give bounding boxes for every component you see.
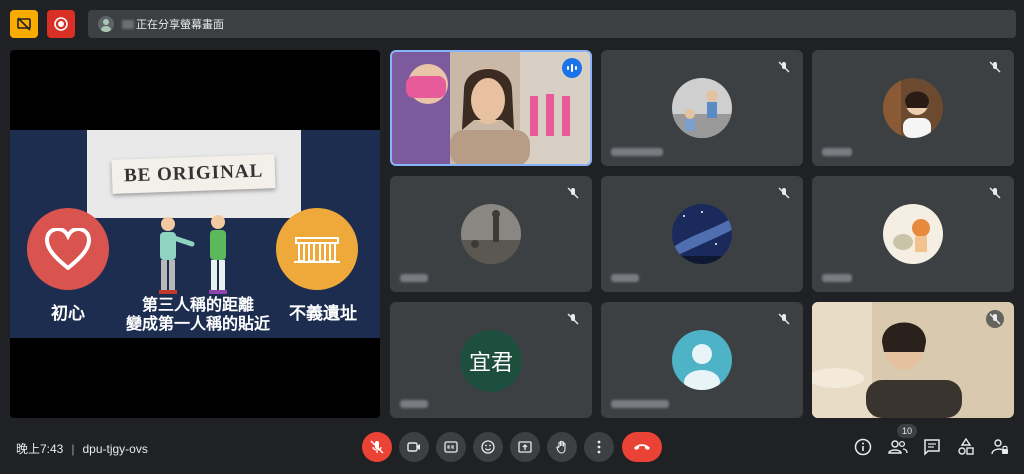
- stop-presenting-button[interactable]: [10, 10, 38, 38]
- share-status-text: 正在分享螢幕畫面: [136, 19, 224, 31]
- heart-icon: [45, 228, 91, 270]
- camera-icon: [407, 442, 420, 452]
- leave-call-button[interactable]: [622, 432, 662, 462]
- hand-icon: [556, 440, 566, 454]
- participant-initials-avatar: 宜君: [460, 330, 522, 392]
- chat-icon: [924, 439, 940, 456]
- default-avatar: [672, 330, 732, 390]
- captions-button[interactable]: [436, 432, 466, 462]
- presenter-avatar: [98, 16, 114, 32]
- mic-off-icon: [775, 310, 793, 328]
- slide: BE ORIGINAL 初心 第三人稱的距離 變成第一人稱的貼近 不義遺址: [10, 130, 380, 338]
- mic-off-icon: [370, 440, 384, 454]
- end-call-icon: [634, 444, 650, 450]
- mic-off-icon: [986, 310, 1004, 328]
- participant-name-redacted: [822, 148, 852, 156]
- two-people-illustration: [150, 214, 240, 301]
- present-icon: [518, 441, 532, 453]
- participant-avatar: [672, 204, 732, 264]
- people-icon: [888, 440, 908, 454]
- slide-image-paper: BE ORIGINAL: [87, 130, 301, 218]
- participant-name-redacted: [400, 274, 428, 282]
- participant-name-redacted: [822, 274, 852, 282]
- participant-tile[interactable]: [601, 302, 803, 418]
- mic-off-icon: [775, 184, 793, 202]
- meeting-code: dpu-tjgy-ovs: [82, 441, 148, 456]
- audio-bars-icon: [567, 64, 577, 72]
- emoji-icon: [481, 440, 495, 454]
- participant-avatar: [461, 204, 521, 264]
- participant-tile[interactable]: [390, 176, 592, 292]
- participant-tile-video[interactable]: [812, 302, 1014, 418]
- participant-tile[interactable]: [812, 176, 1014, 292]
- mic-off-icon: [564, 184, 582, 202]
- participant-name-redacted: [611, 148, 663, 156]
- info-icon: [854, 438, 872, 456]
- host-controls-button[interactable]: [988, 435, 1012, 459]
- mic-off-icon: [986, 58, 1004, 76]
- presentation-view: BE ORIGINAL 初心 第三人稱的距離 變成第一人稱的貼近 不義遺址: [10, 50, 380, 418]
- more-vertical-icon: [597, 440, 601, 454]
- current-time: 晚上7:43: [16, 442, 64, 456]
- meeting-info: 晚上7:43 | dpu-tjgy-ovs: [16, 440, 148, 457]
- participant-tile-active-speaker[interactable]: [390, 50, 592, 166]
- mic-off-icon: [564, 310, 582, 328]
- heart-circle: [27, 208, 109, 290]
- participant-avatar: [672, 78, 732, 138]
- screen-share-banner: 正在分享螢幕畫面: [88, 10, 1016, 38]
- people-button[interactable]: [886, 435, 910, 459]
- camera-button[interactable]: [399, 432, 429, 462]
- raise-hand-button[interactable]: [547, 432, 577, 462]
- chat-button[interactable]: [920, 435, 944, 459]
- present-screen-button[interactable]: [510, 432, 540, 462]
- activities-button[interactable]: [954, 435, 978, 459]
- more-options-button[interactable]: [584, 432, 614, 462]
- meeting-details-button[interactable]: [851, 435, 875, 459]
- participant-name-redacted: [611, 274, 639, 282]
- participant-avatar: [883, 78, 943, 138]
- slide-label-center-line1: 第三人稱的距離: [141, 297, 254, 314]
- person-icon: [672, 330, 732, 390]
- ruins-circle: [276, 208, 358, 290]
- participant-avatar: [883, 204, 943, 264]
- people-icon: [159, 215, 227, 294]
- reactions-button[interactable]: [473, 432, 503, 462]
- slide-label-original-heart: 初心: [51, 304, 85, 323]
- present-off-icon: [17, 17, 31, 31]
- participant-tile[interactable]: [601, 50, 803, 166]
- recording-button[interactable]: [47, 10, 75, 38]
- ruins-icon: [294, 237, 340, 263]
- captions-icon: [444, 441, 458, 453]
- record-icon: [54, 17, 68, 31]
- participant-name-redacted: [400, 400, 428, 408]
- participant-tile[interactable]: 宜君: [390, 302, 592, 418]
- mic-off-icon: [775, 58, 793, 76]
- slide-label-center-line2: 變成第一人稱的貼近: [125, 316, 270, 333]
- participant-tile[interactable]: [812, 50, 1014, 166]
- lock-person-icon: [991, 439, 1008, 455]
- participant-tile[interactable]: [601, 176, 803, 292]
- shapes-icon: [958, 438, 974, 455]
- speaking-indicator: [562, 58, 582, 78]
- participant-video: [812, 302, 1014, 418]
- slide-paper-text: BE ORIGINAL: [111, 154, 277, 194]
- microphone-button[interactable]: [362, 432, 392, 462]
- presenter-name-redacted: [122, 19, 134, 29]
- mic-off-icon: [986, 184, 1004, 202]
- info-separator: |: [71, 441, 75, 456]
- meet-window: 正在分享螢幕畫面 BE ORIGINAL 初心 第三人稱的距離 變成第一人稱的貼…: [0, 0, 1024, 474]
- slide-label-injustice-sites: 不義遺址: [289, 304, 357, 323]
- participant-name-redacted: [611, 400, 669, 408]
